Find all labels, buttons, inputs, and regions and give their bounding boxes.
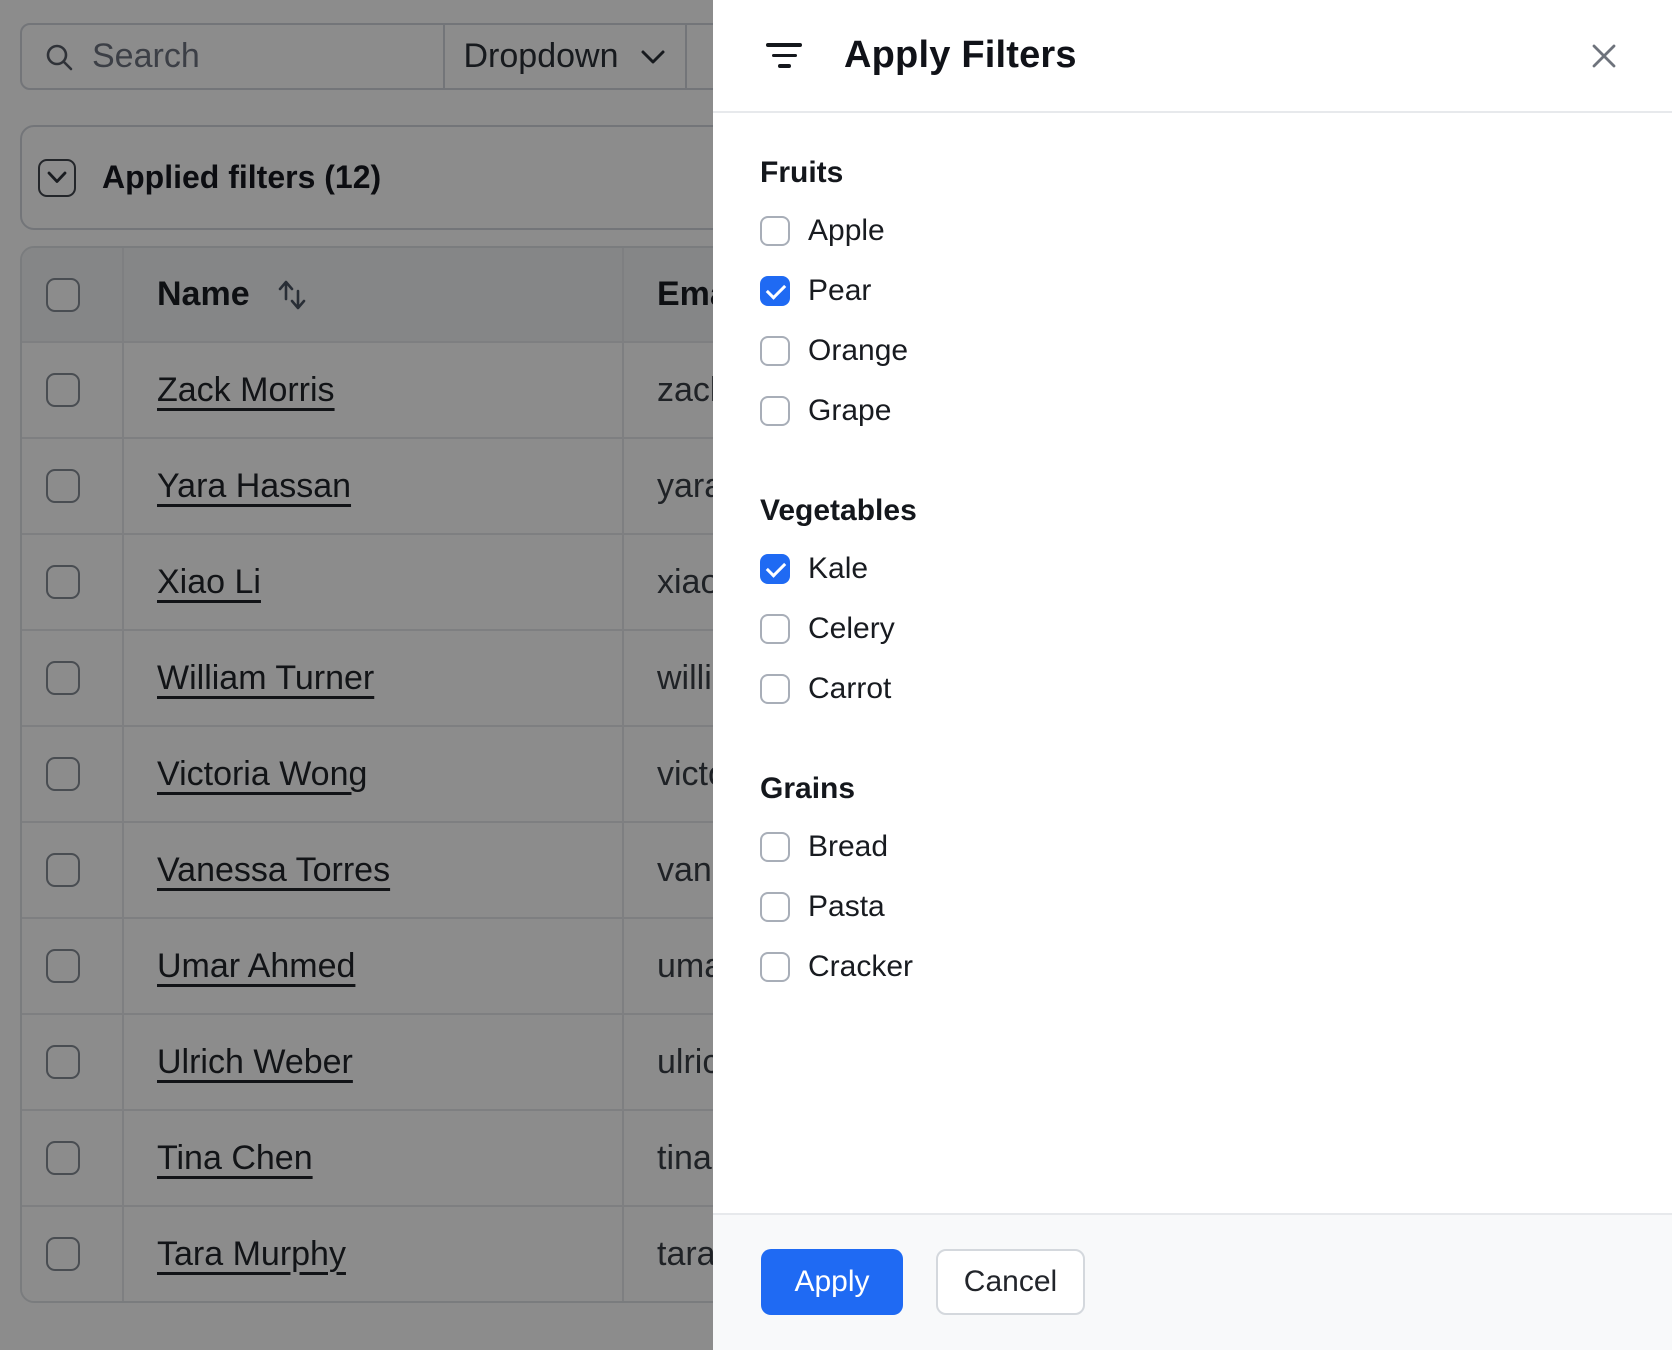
checkbox-label: Bread	[808, 830, 889, 863]
checkbox-apple[interactable]	[760, 216, 790, 246]
checkbox-label: Pasta	[808, 890, 885, 923]
checkbox-celery[interactable]	[760, 614, 790, 644]
filter-section: Vegetables Kale Celery Carrot	[760, 491, 1625, 719]
checkbox-pear[interactable]	[760, 276, 790, 306]
checkbox-label: Apple	[808, 214, 885, 247]
checkbox-pasta[interactable]	[760, 892, 790, 922]
filter-option[interactable]: Orange	[760, 321, 1625, 381]
checkbox-label: Kale	[808, 552, 869, 585]
filter-option[interactable]: Kale	[760, 539, 1625, 599]
checkbox-label: Grape	[808, 394, 892, 427]
checkbox-label: Pear	[808, 274, 872, 307]
filter-option[interactable]: Grape	[760, 381, 1625, 441]
close-button[interactable]	[1586, 38, 1622, 74]
checkbox-label: Orange	[808, 334, 909, 367]
filter-option[interactable]: Apple	[760, 201, 1625, 261]
screen: Search Dropdown Applied filters (12) Nam…	[0, 0, 1672, 1350]
panel-body: Fruits Apple Pear Orange Grape Vegetable…	[713, 113, 1672, 997]
modal-dim-overlay[interactable]	[0, 0, 713, 1350]
section-heading: Fruits	[760, 156, 844, 189]
apply-button[interactable]: Apply	[761, 1249, 903, 1315]
filter-section: Fruits Apple Pear Orange Grape	[760, 153, 1625, 441]
checkbox-cracker[interactable]	[760, 952, 790, 982]
checkbox-label: Celery	[808, 612, 895, 645]
filter-section: Grains Bread Pasta Cracker	[760, 769, 1625, 997]
filter-icon	[766, 43, 802, 68]
checkbox-grape[interactable]	[760, 396, 790, 426]
filter-option[interactable]: Pear	[760, 261, 1625, 321]
checkbox-carrot[interactable]	[760, 674, 790, 704]
filter-panel: Apply Filters Fruits Apple Pear Orange G…	[713, 0, 1672, 1350]
checkbox-label: Carrot	[808, 672, 892, 705]
panel-title: Apply Filters	[844, 34, 1077, 76]
filter-option[interactable]: Carrot	[760, 659, 1625, 719]
cancel-button[interactable]: Cancel	[936, 1249, 1085, 1315]
checkbox-label: Cracker	[808, 950, 914, 983]
checkbox-orange[interactable]	[760, 336, 790, 366]
filter-option[interactable]: Cracker	[760, 937, 1625, 997]
section-heading: Vegetables	[760, 494, 917, 527]
panel-footer: Apply Cancel	[713, 1213, 1672, 1350]
filter-option[interactable]: Pasta	[760, 877, 1625, 937]
checkbox-kale[interactable]	[760, 554, 790, 584]
checkbox-bread[interactable]	[760, 832, 790, 862]
section-heading: Grains	[760, 772, 856, 805]
filter-option[interactable]: Bread	[760, 817, 1625, 877]
filter-option[interactable]: Celery	[760, 599, 1625, 659]
panel-header: Apply Filters	[713, 0, 1672, 113]
close-icon	[1592, 44, 1616, 67]
